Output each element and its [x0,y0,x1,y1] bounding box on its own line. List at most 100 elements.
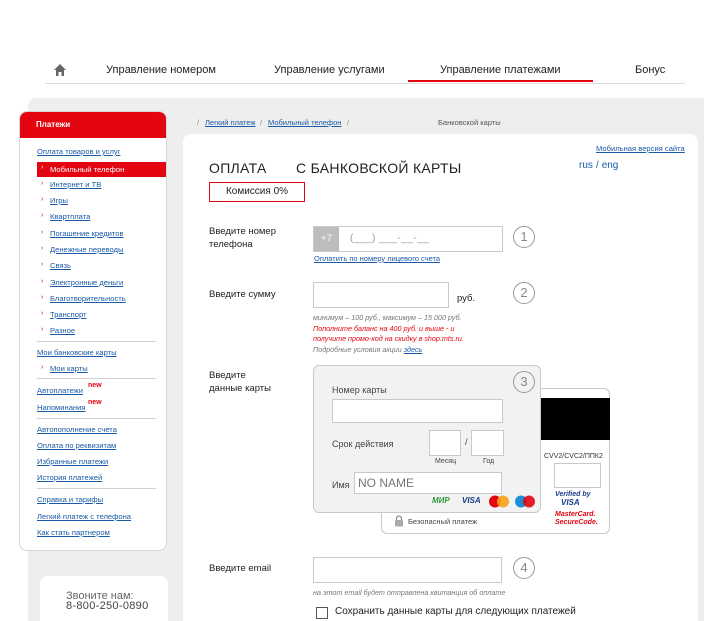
chevron-right-icon: › [41,229,44,236]
save-card-checkbox[interactable] [316,607,328,619]
maestro-logo [515,495,535,508]
card-label: Введите данные карты [209,369,271,395]
sidebar-item-games[interactable]: › Игры [41,196,68,205]
mcsc-line: MasterCard. [555,511,596,518]
card-label-line: данные карты [209,383,271,394]
breadcrumb-separator: / [197,118,200,127]
sidebar-item-label: Связь [50,261,71,270]
sidebar-item-requisites[interactable]: Оплата по реквизитам [37,441,116,450]
nav-number-management[interactable]: Управление номером [106,64,216,76]
card-label-line: Введите [209,370,246,381]
breadcrumb-easy-payment[interactable]: Легкий платеж [205,118,255,127]
expiry-slash: / [465,437,468,447]
amount-input[interactable] [313,282,449,308]
save-card-label[interactable]: Сохранить данные карты для следующих пла… [335,606,576,617]
expiry-month-input[interactable] [429,430,461,456]
card-number-input[interactable] [332,399,503,423]
sidebar-item-my-cards[interactable]: › Мои карты [41,364,88,373]
sidebar-divider [37,378,156,379]
chevron-right-icon: › [41,180,44,187]
sidebar-item-other[interactable]: › Разное [41,326,76,335]
lang-separator: / [595,160,599,171]
breadcrumb-mobile-phone[interactable]: Мобильный телефон [268,118,341,127]
nav-services-management[interactable]: Управление услугами [274,64,385,76]
year-caption: Год [483,458,495,465]
lang-eng[interactable]: eng [602,160,619,171]
sidebar-item-transfers[interactable]: › Денежные переводы [41,245,124,254]
sidebar-item-communication[interactable]: › Связь [41,261,71,270]
page-title: ОПЛАТА [209,160,267,176]
sidebar-item-help[interactable]: Справка и тарифы [37,495,103,504]
verified-by-visa-logo: Verified by VISA [555,491,591,507]
sidebar-item-goods[interactable]: Оплата товаров и услуг [37,147,120,156]
step-1-badge: 1 [513,226,535,248]
sidebar-item-autopay[interactable]: Автоплатежи [37,386,83,395]
promo-details-link[interactable]: здесь [404,345,423,354]
sidebar-item-label: Благотворительность [50,294,126,303]
sidebar-item-label: Мобильный телефон [50,165,125,174]
promo-text-line: получите промо-код на скидку в shop.mts.… [313,334,464,343]
new-badge: new [88,382,102,389]
sidebar-item-reminders[interactable]: Напоминания [37,403,85,412]
sidebar-item-bank-cards[interactable]: Мои банковские карты [37,348,117,357]
mobile-version-link[interactable]: Мобильная версия сайта [596,144,685,153]
promo-details-text: Подробные условия акции [313,345,402,354]
amount-limits-hint: минимум – 100 руб., максимум – 15 000 ру… [313,313,462,322]
breadcrumb-separator: / [260,118,263,127]
sidebar-item-credits[interactable]: › Погашение кредитов [41,229,124,238]
lock-icon [395,515,403,527]
sidebar-item-label: Игры [50,196,68,205]
chevron-right-icon: › [41,278,44,285]
mastercard-securecode-logo: MasterCard. SecureCode. [555,511,598,527]
sidebar-item-partner[interactable]: Как стать партнером [37,528,110,537]
email-input[interactable] [313,557,502,583]
expiry-year-input[interactable] [471,430,504,456]
nav-payments-management[interactable]: Управление платежами [408,64,593,82]
page-subtitle: С БАНКОВСКОЙ КАРТЫ [296,160,462,176]
payment-logos: МИР VISA [432,494,536,508]
lang-rus[interactable]: rus [579,160,593,171]
chevron-right-icon: › [41,326,44,333]
step-4-badge: 4 [513,557,535,579]
chevron-right-icon: › [41,294,44,301]
sidebar-item-autofill[interactable]: Автопополнение счета [37,425,117,434]
sidebar-item-internet[interactable]: › Интернет и ТВ [41,180,101,189]
breadcrumb-separator: / [347,118,350,127]
expiry-label: Срок действия [332,439,394,449]
top-navigation: Управление номером Управление услугами У… [45,58,685,84]
sidebar-item-label: Денежные переводы [50,245,124,254]
sidebar-item-label: Разное [50,326,76,335]
phone-label: Введите номер телефона [209,225,276,251]
sidebar-item-history[interactable]: История платежей [37,473,102,482]
commission-badge: Комиссия 0% [209,182,305,202]
mcsc-line: SecureCode. [555,519,598,526]
step-2-badge: 2 [513,282,535,304]
sidebar-item-emoney[interactable]: › Электронные деньги [41,278,123,287]
sidebar-item-charity[interactable]: › Благотворительность [41,294,126,303]
sidebar-item-easy-pay-phone[interactable]: Легкий платеж с телефона [37,512,131,521]
sidebar-item-transport[interactable]: › Транспорт [41,310,87,319]
sidebar-item-label: Транспорт [50,310,87,319]
sidebar-item-mobile-phone[interactable]: › Мобильный телефон [37,162,166,177]
phone-input[interactable]: +7 (___) ___-__-__ [313,226,503,252]
mir-logo: МИР [432,496,450,505]
sidebar: Платежи Оплата товаров и услуг › Мобильн… [19,111,167,551]
chevron-right-icon: › [41,212,44,219]
email-label: Введите email [209,563,272,574]
new-badge: new [88,399,102,406]
chevron-right-icon: › [41,261,44,268]
nav-bonus[interactable]: Бонус [635,64,665,76]
month-caption: Месяц [435,458,457,465]
amount-label: Введите сумму [209,289,276,300]
chevron-right-icon: › [41,245,44,252]
sidebar-item-rent[interactable]: › Квартплата [41,212,90,221]
chevron-right-icon: › [41,364,44,371]
pay-by-account-link[interactable]: Оплатить по номеру лицевого счета [314,254,440,263]
sidebar-divider [37,418,156,419]
phone-mask: (___) ___-__-__ [350,233,430,244]
cardholder-name-input[interactable] [354,472,502,494]
call-us-phone: 8-800-250-0890 [66,600,149,612]
home-icon[interactable] [53,63,67,77]
cvv-input[interactable] [554,463,601,488]
sidebar-item-favorites[interactable]: Избранные платежи [37,457,108,466]
